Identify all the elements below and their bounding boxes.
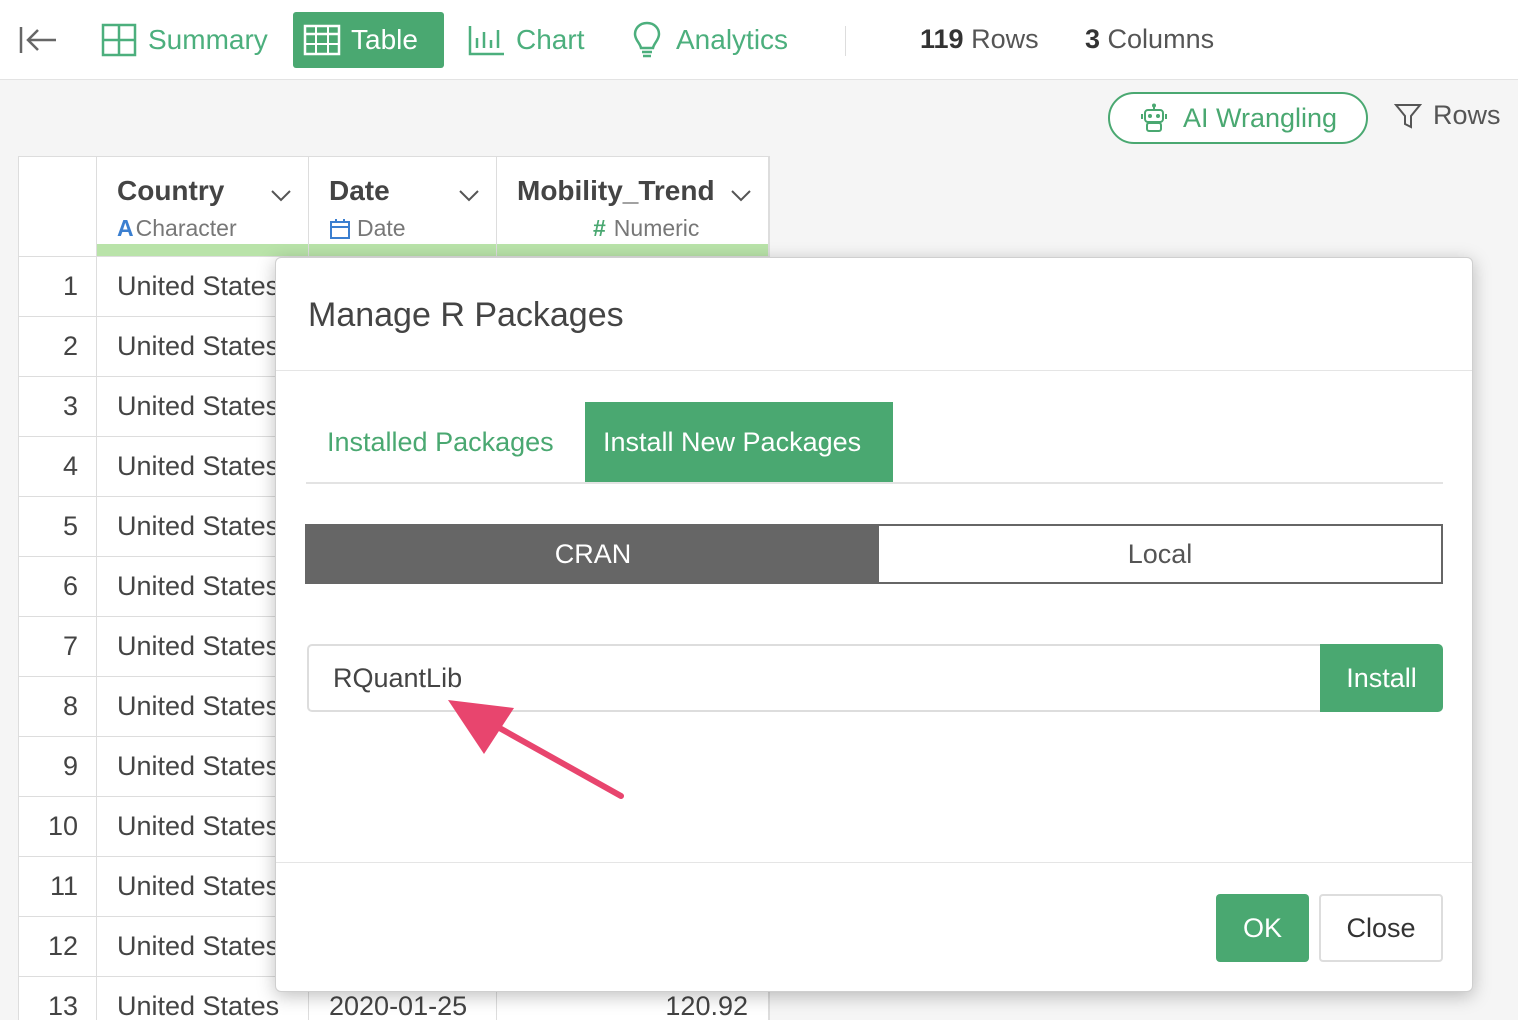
bar-chart-icon [468, 21, 506, 59]
numeric-type-icon: # [593, 215, 606, 241]
column-type-label: # Numeric [593, 215, 700, 241]
tab-table-label: Table [351, 24, 418, 55]
row-number[interactable]: 6 [19, 557, 97, 617]
toolbar-divider [845, 26, 846, 56]
column-name: Mobility_Trend [517, 175, 715, 206]
tab-analytics[interactable]: Analytics [618, 12, 806, 68]
row-count: 119 Rows [920, 24, 1039, 54]
tab-table[interactable]: Table [293, 12, 444, 68]
row-number[interactable]: 13 [19, 977, 97, 1020]
tab-summary[interactable]: Summary [90, 12, 286, 68]
column-type-label: Date [329, 215, 406, 242]
calendar-icon [330, 218, 350, 239]
tab-chart-label: Chart [516, 24, 585, 55]
column-type-label: A Character [117, 215, 237, 241]
rows-filter-button[interactable]: Rows [1393, 100, 1501, 131]
row-number[interactable]: 7 [19, 617, 97, 677]
row-number[interactable]: 10 [19, 797, 97, 857]
install-button[interactable]: Install [1320, 644, 1443, 712]
chevron-down-icon[interactable] [457, 183, 481, 207]
package-source-toggle: CRAN Local [305, 524, 1443, 584]
column-header-country[interactable]: Country A Character [97, 157, 309, 257]
collapse-sidebar-icon[interactable] [18, 24, 58, 56]
tab-install-new-packages[interactable]: Install New Packages [585, 402, 893, 482]
manage-r-packages-dialog: Manage R Packages Installed Packages Ins… [275, 257, 1473, 992]
row-number[interactable]: 8 [19, 677, 97, 737]
ai-wrangling-button[interactable]: AI Wrangling [1108, 92, 1368, 144]
ok-button[interactable]: OK [1216, 894, 1309, 962]
row-number[interactable]: 5 [19, 497, 97, 557]
row-number[interactable]: 4 [19, 437, 97, 497]
tab-summary-label: Summary [148, 24, 268, 55]
source-cran-button[interactable]: CRAN [307, 526, 879, 582]
top-toolbar: Summary Table Chart Analytics 119 Rows 3… [0, 0, 1518, 80]
ai-wrangling-label: AI Wrangling [1182, 102, 1338, 133]
chevron-down-icon[interactable] [729, 183, 753, 207]
dialog-title: Manage R Packages [308, 296, 624, 334]
column-header-date[interactable]: Date Date [309, 157, 497, 257]
row-number[interactable]: 1 [19, 257, 97, 317]
column-name: Country [117, 175, 225, 206]
column-count: 3 Columns [1085, 24, 1215, 54]
row-number-header [19, 157, 97, 257]
filter-icon [1393, 101, 1423, 131]
table-icon [303, 21, 341, 59]
lightbulb-icon [628, 21, 666, 59]
rows-filter-label: Rows [1433, 100, 1501, 130]
summary-grid-icon [100, 21, 138, 59]
column-header-mobility-trend[interactable]: Mobility_Trend # Numeric [497, 157, 769, 257]
dialog-footer-divider [276, 862, 1472, 863]
row-number[interactable]: 9 [19, 737, 97, 797]
column-quality-bar [97, 244, 308, 256]
column-quality-bar [309, 244, 496, 256]
robot-icon [1139, 103, 1169, 133]
row-number[interactable]: 12 [19, 917, 97, 977]
annotation-arrow-icon [448, 700, 624, 799]
tab-installed-packages[interactable]: Installed Packages [309, 402, 572, 482]
row-number[interactable]: 11 [19, 857, 97, 917]
source-local-button[interactable]: Local [879, 526, 1441, 582]
tab-analytics-label: Analytics [676, 24, 789, 55]
character-type-icon: A [117, 215, 134, 241]
tabs-underline [306, 482, 1443, 484]
column-name: Date [329, 175, 390, 206]
dialog-header-divider [276, 370, 1472, 371]
row-number[interactable]: 3 [19, 377, 97, 437]
tab-chart[interactable]: Chart [458, 12, 602, 68]
chevron-down-icon[interactable] [269, 183, 293, 207]
close-button[interactable]: Close [1319, 894, 1443, 962]
row-number[interactable]: 2 [19, 317, 97, 377]
column-quality-bar [497, 244, 768, 256]
